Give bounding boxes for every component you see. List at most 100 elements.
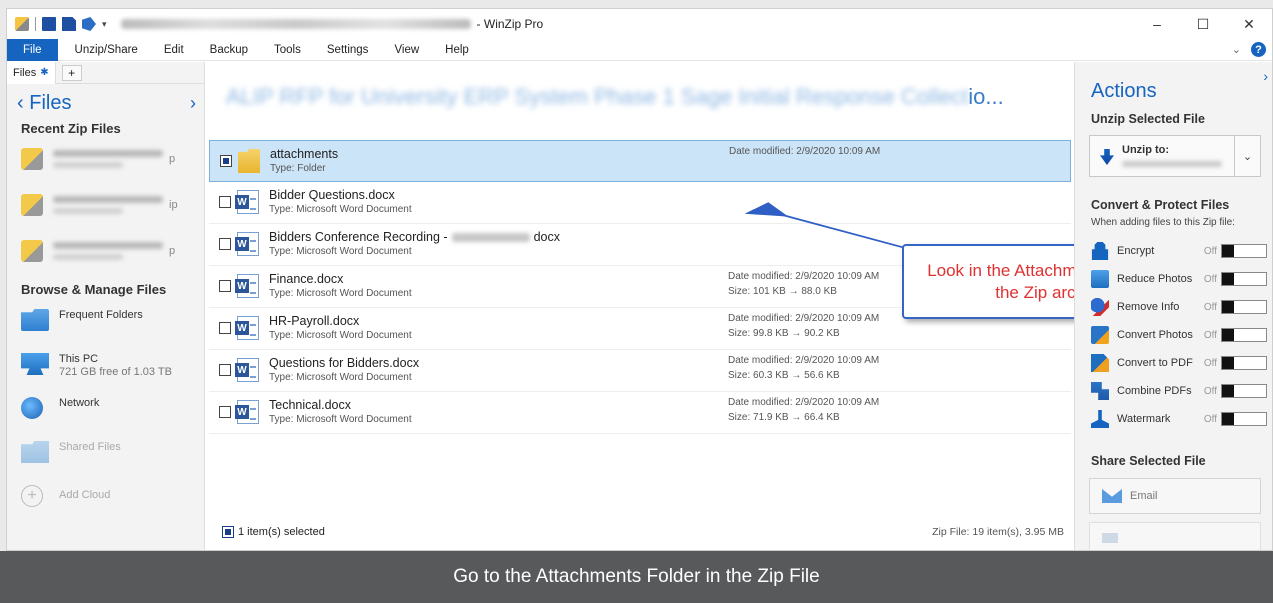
zip-file-title: ALIP RFP for University ERP System Phase… <box>226 84 1004 110</box>
row-checkbox[interactable] <box>219 322 231 334</box>
zip-contents-pane: ALIP RFP for University ERP System Phase… <box>206 62 1200 550</box>
folder-icon <box>238 149 260 173</box>
location-label: This PC <box>59 353 99 365</box>
word-document-icon <box>235 358 259 382</box>
row-checkbox[interactable] <box>219 238 231 250</box>
option-label: Remove Info <box>1117 301 1180 313</box>
file-row[interactable]: Questions for Bidders.docx Type: Microso… <box>209 350 1071 392</box>
menu-help[interactable]: Help <box>432 39 482 61</box>
pin-icon[interactable]: ✱ <box>40 67 48 78</box>
location-this-pc[interactable]: This PC 721 GB free of 1.03 TB <box>7 351 204 395</box>
menu-right-controls: ⌄ ? <box>1232 42 1266 57</box>
row-checkbox[interactable] <box>219 280 231 292</box>
add-tab-button[interactable]: + <box>61 64 82 81</box>
remove-info-icon <box>1091 298 1109 316</box>
close-button[interactable]: ✕ <box>1226 9 1272 39</box>
back-icon[interactable]: ‹ <box>17 92 24 114</box>
file-row[interactable]: Bidder Questions.docx Type: Microsoft Wo… <box>209 182 1071 224</box>
file-size: Size: 71.9 KB → 66.4 KB <box>728 412 840 423</box>
customize-toolbar-caret-icon[interactable]: ▾ <box>102 19 107 30</box>
collapse-actions-icon[interactable]: › <box>1263 68 1268 84</box>
maximize-button[interactable]: ☐ <box>1180 9 1226 39</box>
menu-settings[interactable]: Settings <box>314 39 382 61</box>
file-name: Finance.docx <box>269 272 344 286</box>
actions-title: Actions <box>1091 80 1157 102</box>
files-pane-tabs: Files ✱ + <box>7 61 204 84</box>
remove-info-toggle[interactable] <box>1221 300 1267 314</box>
select-all-checkbox[interactable] <box>222 526 234 538</box>
menu-tools[interactable]: Tools <box>261 39 314 61</box>
row-checkbox[interactable] <box>219 364 231 376</box>
menu-view[interactable]: View <box>381 39 432 61</box>
recent-zip-item[interactable]: p <box>7 136 204 182</box>
option-convert-to-pdf[interactable]: Convert to PDF Off <box>1091 352 1267 374</box>
option-remove-info[interactable]: Remove Info Off <box>1091 296 1267 318</box>
tutorial-caption: Go to the Attachments Folder in the Zip … <box>0 551 1273 603</box>
file-row[interactable]: Technical.docx Type: Microsoft Word Docu… <box>209 392 1071 434</box>
encrypt-toggle[interactable] <box>1221 244 1267 258</box>
combine-pdfs-toggle[interactable] <box>1221 384 1267 398</box>
option-label: Convert Photos <box>1117 329 1193 341</box>
forward-icon[interactable]: › <box>190 93 196 114</box>
folder-icon <box>21 309 49 331</box>
reduce-photos-toggle[interactable] <box>1221 272 1267 286</box>
winzip-window: ▾ - WinZip Pro – ☐ ✕ File Unzip/Share Ed… <box>6 8 1273 551</box>
option-encrypt[interactable]: Encrypt Off <box>1091 240 1267 262</box>
option-watermark[interactable]: Watermark Off <box>1091 408 1267 430</box>
file-name: Technical.docx <box>269 398 351 412</box>
winzip-app-icon[interactable] <box>15 17 29 31</box>
word-document-icon <box>235 190 259 214</box>
wizard-icon[interactable] <box>82 17 96 31</box>
row-checkbox[interactable] <box>219 196 231 208</box>
unzip-selected-heading: Unzip Selected File <box>1091 112 1205 126</box>
location-sub: 721 GB free of 1.03 TB <box>59 366 172 378</box>
collapse-ribbon-icon[interactable]: ⌄ <box>1232 43 1241 56</box>
option-combine-pdfs[interactable]: Combine PDFs Off <box>1091 380 1267 402</box>
menu-backup[interactable]: Backup <box>197 39 261 61</box>
recent-zip-item[interactable]: ip <box>7 182 204 228</box>
unzip-destination-redacted <box>1122 161 1222 167</box>
option-reduce-photos[interactable]: Reduce Photos Off <box>1091 268 1267 290</box>
combine-pdfs-icon <box>1091 382 1109 400</box>
option-state: Off <box>1203 273 1217 285</box>
file-name: Questions for Bidders.docx <box>269 356 420 370</box>
menu-file[interactable]: File <box>7 38 58 61</box>
recent-zip-item[interactable]: p <box>7 228 204 274</box>
share-option-icon <box>1102 533 1118 543</box>
file-date: Date modified: 2/9/2020 10:09 AM <box>728 397 880 408</box>
location-network[interactable]: Network <box>7 395 204 439</box>
zip-file-icon <box>21 194 43 216</box>
unzip-to-button[interactable]: Unzip to: ⌄ <box>1089 135 1261 177</box>
unzip-dropdown-icon[interactable]: ⌄ <box>1234 136 1260 176</box>
tab-files-label: Files <box>13 66 37 79</box>
new-zip-icon[interactable] <box>62 17 76 31</box>
convert-photos-toggle[interactable] <box>1221 328 1267 342</box>
menu-edit[interactable]: Edit <box>151 39 197 61</box>
menu-bar: File Unzip/Share Edit Backup Tools Setti… <box>7 38 1272 61</box>
save-icon[interactable] <box>42 17 56 31</box>
location-frequent-folders[interactable]: Frequent Folders <box>7 307 204 351</box>
location-add-cloud[interactable]: + Add Cloud <box>7 483 204 527</box>
option-convert-photos[interactable]: Convert Photos Off <box>1091 324 1267 346</box>
zip-file-icon <box>21 148 43 170</box>
selection-count: 1 item(s) selected <box>238 526 325 538</box>
row-checkbox[interactable] <box>220 155 232 167</box>
tab-files[interactable]: Files ✱ <box>7 61 56 84</box>
files-header-label: Files <box>29 92 72 114</box>
minimize-button[interactable]: – <box>1134 9 1180 39</box>
files-header[interactable]: ‹ Files <box>17 92 71 115</box>
browse-manage-heading: Browse & Manage Files <box>21 282 167 297</box>
menu-unzip-share[interactable]: Unzip/Share <box>62 39 151 61</box>
file-type: Type: Microsoft Word Document <box>269 288 412 299</box>
watermark-toggle[interactable] <box>1221 412 1267 426</box>
option-state: Off <box>1203 413 1217 425</box>
help-icon[interactable]: ? <box>1251 42 1266 57</box>
word-document-icon <box>235 274 259 298</box>
share-option-button[interactable] <box>1089 522 1261 550</box>
toolbar-divider <box>35 17 36 31</box>
row-checkbox[interactable] <box>219 406 231 418</box>
email-button[interactable]: Email <box>1089 478 1261 514</box>
file-row-attachments[interactable]: attachments Type: Folder Date modified: … <box>209 140 1071 182</box>
convert-pdf-toggle[interactable] <box>1221 356 1267 370</box>
location-shared-files[interactable]: Shared Files <box>7 439 204 483</box>
